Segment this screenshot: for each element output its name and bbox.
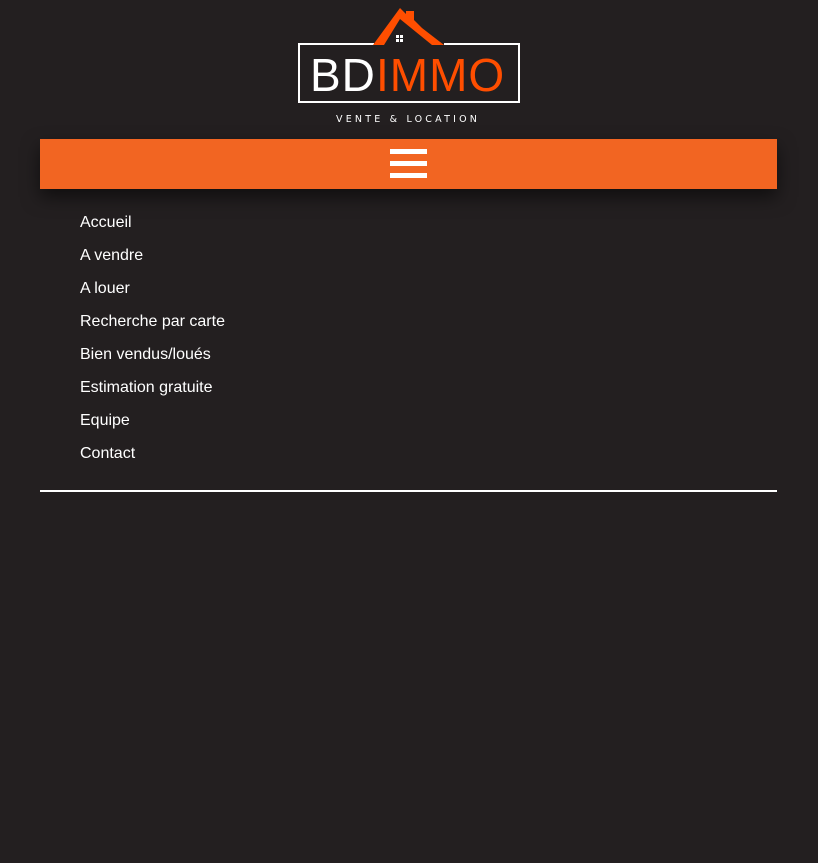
bdimmo-logo[interactable]: BD IMMO VENTE & LOCATION bbox=[296, 6, 522, 128]
hamburger-line bbox=[390, 161, 427, 166]
nav-item-a-vendre[interactable]: A vendre bbox=[80, 246, 225, 279]
nav-item-estimation-gratuite[interactable]: Estimation gratuite bbox=[80, 378, 225, 411]
logo-text-bd: BD bbox=[310, 49, 376, 101]
hamburger-line bbox=[390, 149, 427, 154]
nav-item-recherche-par-carte[interactable]: Recherche par carte bbox=[80, 312, 225, 345]
main-nav-bar bbox=[40, 139, 777, 189]
hamburger-menu-icon[interactable] bbox=[390, 148, 428, 180]
nav-menu-list: Accueil A vendre A louer Recherche par c… bbox=[80, 213, 225, 477]
nav-menu-dropdown: Accueil A vendre A louer Recherche par c… bbox=[40, 189, 777, 490]
nav-item-accueil[interactable]: Accueil bbox=[80, 213, 225, 246]
logo-tagline: VENTE & LOCATION bbox=[336, 114, 480, 125]
hamburger-line bbox=[390, 173, 427, 178]
menu-divider bbox=[40, 490, 777, 492]
nav-item-equipe[interactable]: Equipe bbox=[80, 411, 225, 444]
nav-item-contact[interactable]: Contact bbox=[80, 444, 225, 477]
site-header: BD IMMO VENTE & LOCATION bbox=[0, 0, 818, 139]
logo-text-immo: IMMO bbox=[376, 49, 505, 101]
nav-item-bien-vendus-loues[interactable]: Bien vendus/loués bbox=[80, 345, 225, 378]
house-roof-icon bbox=[373, 8, 444, 45]
nav-item-a-louer[interactable]: A louer bbox=[80, 279, 225, 312]
